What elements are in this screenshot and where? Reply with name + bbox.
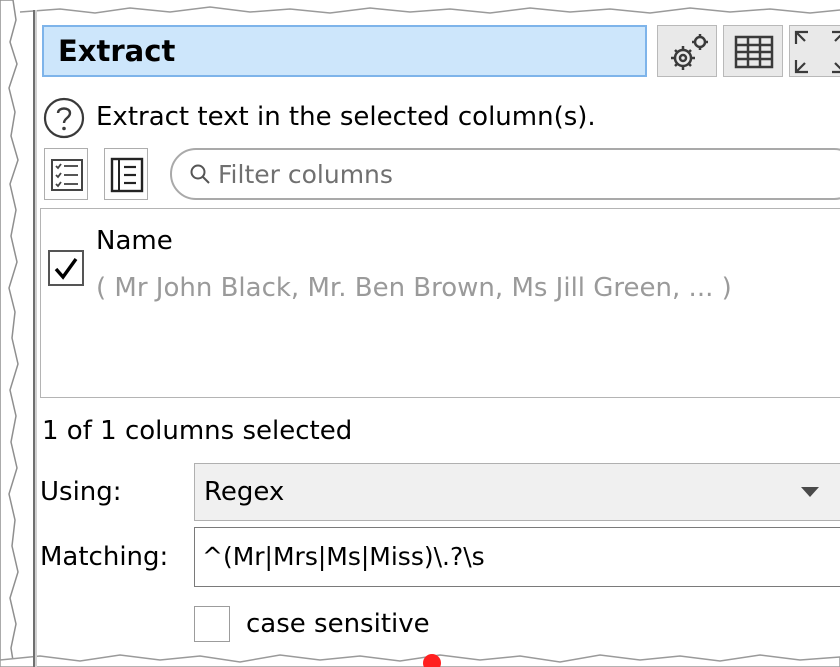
toggle-checked-button[interactable] <box>44 148 88 200</box>
table-view-button[interactable] <box>723 25 783 77</box>
case-sensitive-label: case sensitive <box>246 609 430 639</box>
torn-edge-top <box>19 6 840 14</box>
torn-edge-left <box>0 0 19 667</box>
help-icon[interactable] <box>42 96 86 140</box>
column-checkbox[interactable] <box>48 250 84 286</box>
plain-list-icon <box>110 157 144 193</box>
using-dropdown[interactable] <box>194 463 840 521</box>
filter-columns-input[interactable] <box>218 154 818 194</box>
selection-summary: 1 of 1 columns selected <box>42 416 353 446</box>
help-description: Extract text in the selected column(s). <box>96 102 596 132</box>
panel-left-border-shadow <box>35 10 37 667</box>
matching-label: Matching: <box>40 542 169 572</box>
check-list-icon <box>51 159 83 191</box>
settings-button[interactable] <box>657 25 717 77</box>
maximize-arrows-icon <box>794 30 840 74</box>
chevron-down-icon <box>801 487 819 497</box>
column-name: Name <box>96 226 173 256</box>
table-icon <box>734 35 774 69</box>
maximize-button[interactable] <box>789 25 840 77</box>
torn-edge-bottom <box>0 654 840 667</box>
settings-gears-icon <box>671 34 708 70</box>
column-sample-values: ( Mr John Black, Mr. Ben Brown, Ms Jill … <box>96 273 732 303</box>
search-icon <box>190 164 210 184</box>
toggle-list-button[interactable] <box>104 148 148 200</box>
transform-title: Extract <box>58 34 176 68</box>
connection-port-dot[interactable] <box>423 654 441 667</box>
checkmark-icon <box>54 258 78 280</box>
using-selected-value: Regex <box>204 477 285 507</box>
extract-panel-screenshot: Extract Extract text in the selected col… <box>0 0 840 667</box>
using-label: Using: <box>40 477 122 507</box>
matching-regex-input[interactable] <box>202 536 822 576</box>
case-sensitive-checkbox[interactable] <box>194 606 230 642</box>
